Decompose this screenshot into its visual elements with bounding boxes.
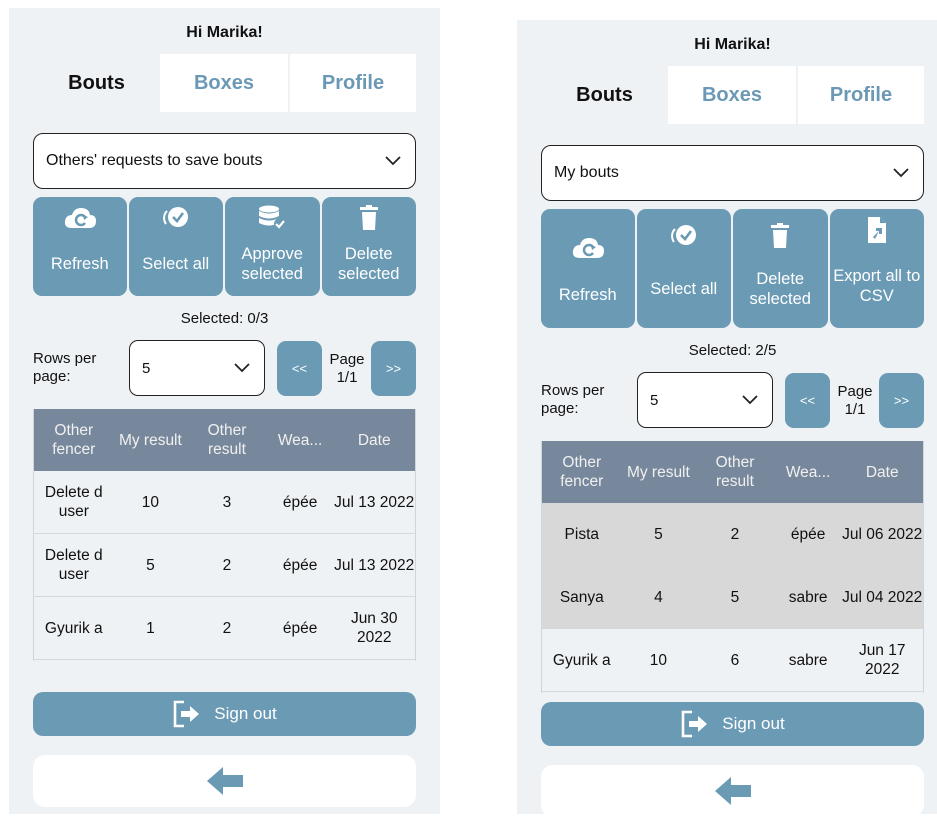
col-my-result[interactable]: My result [622,441,696,503]
rows-per-page-value: 5 [650,391,659,409]
check-circle-icon [161,203,191,233]
table-row-selected[interactable]: Sanya 4 5 sabre Jul 04 2022 [542,566,923,629]
tab-profile[interactable]: Profile [796,66,924,124]
sign-out-label: Sign out [722,714,785,733]
bout-view-select[interactable]: My bouts [541,145,924,201]
col-other-fencer[interactable]: Other fencer [542,441,622,503]
col-weapon[interactable]: Wea... [775,441,842,503]
refresh-button[interactable]: Refresh [541,209,635,328]
back-button[interactable] [33,755,416,807]
refresh-button[interactable]: Refresh [33,197,127,296]
col-date[interactable]: Date [841,441,923,503]
col-date[interactable]: Date [333,409,415,471]
bout-view-value: My bouts [554,164,619,181]
col-weapon[interactable]: Wea... [267,409,334,471]
bout-view-value: Others' requests to save bouts [46,152,263,169]
page-indicator: Page 1/1 [837,383,873,418]
delete-selected-button[interactable]: Delete selected [321,197,416,296]
back-button[interactable] [541,765,924,817]
page-indicator: Page 1/1 [329,351,365,386]
select-all-button[interactable]: Select all [636,209,731,328]
rows-per-page-select[interactable]: 5 [637,372,773,428]
bout-view-select[interactable]: Others' requests to save bouts [33,133,416,189]
chevron-down-icon [742,395,758,405]
select-all-button[interactable]: Select all [128,197,223,296]
table-row[interactable]: Delete d user 10 3 épée Jul 13 2022 [34,471,415,534]
rows-per-page-label: Rows per page: [541,382,605,417]
prev-page-button[interactable]: << [277,341,322,396]
arrow-left-icon [206,767,243,795]
arrow-left-icon [714,777,751,805]
tab-boxes[interactable]: Boxes [668,66,796,124]
sign-out-button[interactable]: Sign out [33,692,416,736]
chevron-down-icon [234,363,250,373]
table-row[interactable]: Gyurik a 1 2 épée Jun 30 2022 [34,597,415,660]
greeting: Hi Marika! [694,36,771,53]
tab-bar: Bouts Boxes Profile [541,66,924,124]
table-row[interactable]: Delete d user 5 2 épée Jul 13 2022 [34,534,415,597]
rows-per-page-value: 5 [142,359,151,377]
table-header: Other fencer My result Other result Wea.… [542,441,923,503]
table-header: Other fencer My result Other result Wea.… [34,409,415,471]
screen-others-requests: Hi Marika! Bouts Boxes Profile Others' r… [9,8,440,814]
selected-count: Selected: 2/5 [688,342,777,359]
table-row[interactable]: Gyurik a 10 6 sabre Jun 17 2022 [542,629,923,692]
check-circle-icon [669,221,699,251]
tab-profile[interactable]: Profile [288,54,416,112]
chevron-down-icon [385,156,401,166]
approve-selected-button[interactable]: Approve selected [225,197,320,296]
tab-boxes[interactable]: Boxes [160,54,288,112]
bouts-table: Other fencer My result Other result Wea.… [33,409,416,661]
col-my-result[interactable]: My result [114,409,188,471]
col-other-result[interactable]: Other result [695,441,775,503]
export-csv-button[interactable]: Export all to CSV [829,209,924,328]
sign-out-icon [173,700,200,728]
greeting: Hi Marika! [186,24,263,41]
col-other-result[interactable]: Other result [187,409,267,471]
file-export-icon [866,215,888,245]
tab-bouts[interactable]: Bouts [541,66,668,124]
screen-my-bouts: Hi Marika! Bouts Boxes Profile My bouts … [517,20,937,817]
delete-selected-button[interactable]: Delete selected [733,209,828,328]
sign-out-label: Sign out [214,704,277,723]
trash-icon [358,203,380,233]
database-check-icon [257,203,287,233]
bouts-table: Other fencer My result Other result Wea.… [541,441,924,693]
action-bar: Refresh Select all Delete selected Expor… [541,209,924,328]
chevron-down-icon [893,168,909,178]
action-bar: Refresh Select all Approve selected Dele… [33,197,416,296]
rows-per-page-label: Rows per page: [33,350,97,385]
col-other-fencer[interactable]: Other fencer [34,409,114,471]
tab-bar: Bouts Boxes Profile [33,54,416,112]
rows-per-page-select[interactable]: 5 [129,340,265,396]
next-page-button[interactable]: >> [879,373,924,428]
trash-icon [769,221,791,251]
table-row-selected[interactable]: Pista 5 2 épée Jul 06 2022 [542,503,923,566]
tab-bouts[interactable]: Bouts [33,54,160,112]
sign-out-button[interactable]: Sign out [541,702,924,746]
cloud-refresh-icon [63,203,97,233]
sign-out-icon [681,710,708,738]
prev-page-button[interactable]: << [785,373,830,428]
next-page-button[interactable]: >> [371,341,416,396]
cloud-refresh-icon [571,233,605,263]
selected-count: Selected: 0/3 [180,310,269,327]
